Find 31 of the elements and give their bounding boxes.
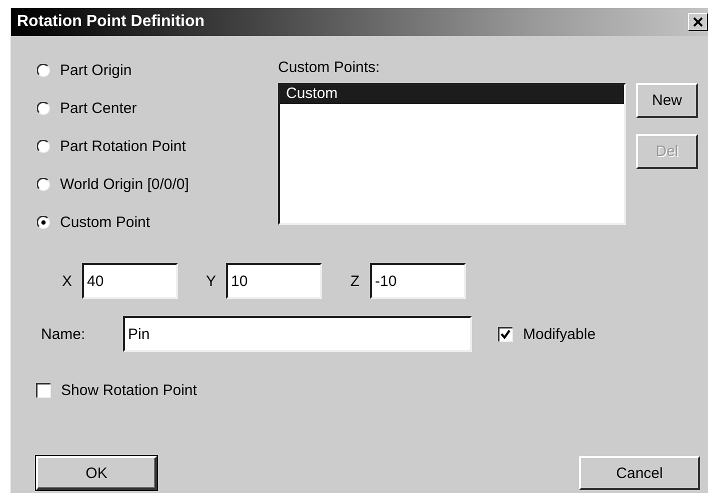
checkbox[interactable] [498,326,513,342]
radio-button[interactable] [37,216,50,228]
list-label: Custom Points: [278,59,381,78]
coordinate-field[interactable]: 40 [82,263,178,299]
window-title: Rotation Point Definition [17,13,205,31]
radio-button[interactable] [37,102,50,114]
coordinate-label: Y [204,272,217,290]
ok-button[interactable]: OK [36,456,157,490]
radio-button[interactable] [37,64,50,76]
close-button[interactable] [688,13,708,31]
radio-label[interactable]: Custom Point [60,214,150,230]
radio-label[interactable]: Part Center [60,100,137,116]
checkbox-label[interactable]: Modifyable [523,326,596,342]
radio-button[interactable] [37,178,50,190]
radio-button[interactable] [37,140,50,152]
list-item[interactable]: Custom [280,85,624,104]
new-button[interactable]: New [636,83,698,118]
radio-label[interactable]: Part Rotation Point [60,138,186,154]
radio-label[interactable]: World Origin [0/0/0] [60,176,189,192]
checkbox[interactable] [36,383,51,398]
coordinate-label: X [60,272,73,290]
custom-points-list[interactable]: Custom [278,83,626,225]
close-icon [693,17,703,27]
checkbox-label[interactable]: Show Rotation Point [61,382,197,399]
cancel-button[interactable]: Cancel [579,456,700,490]
coordinate-field[interactable]: 10 [226,263,322,299]
radio-label[interactable]: Part Origin [60,62,132,78]
coordinate-label: Z [349,272,361,290]
coordinate-field[interactable]: -10 [370,263,466,299]
name-field[interactable]: Pin [123,316,472,352]
name-label: Name: [41,326,86,342]
